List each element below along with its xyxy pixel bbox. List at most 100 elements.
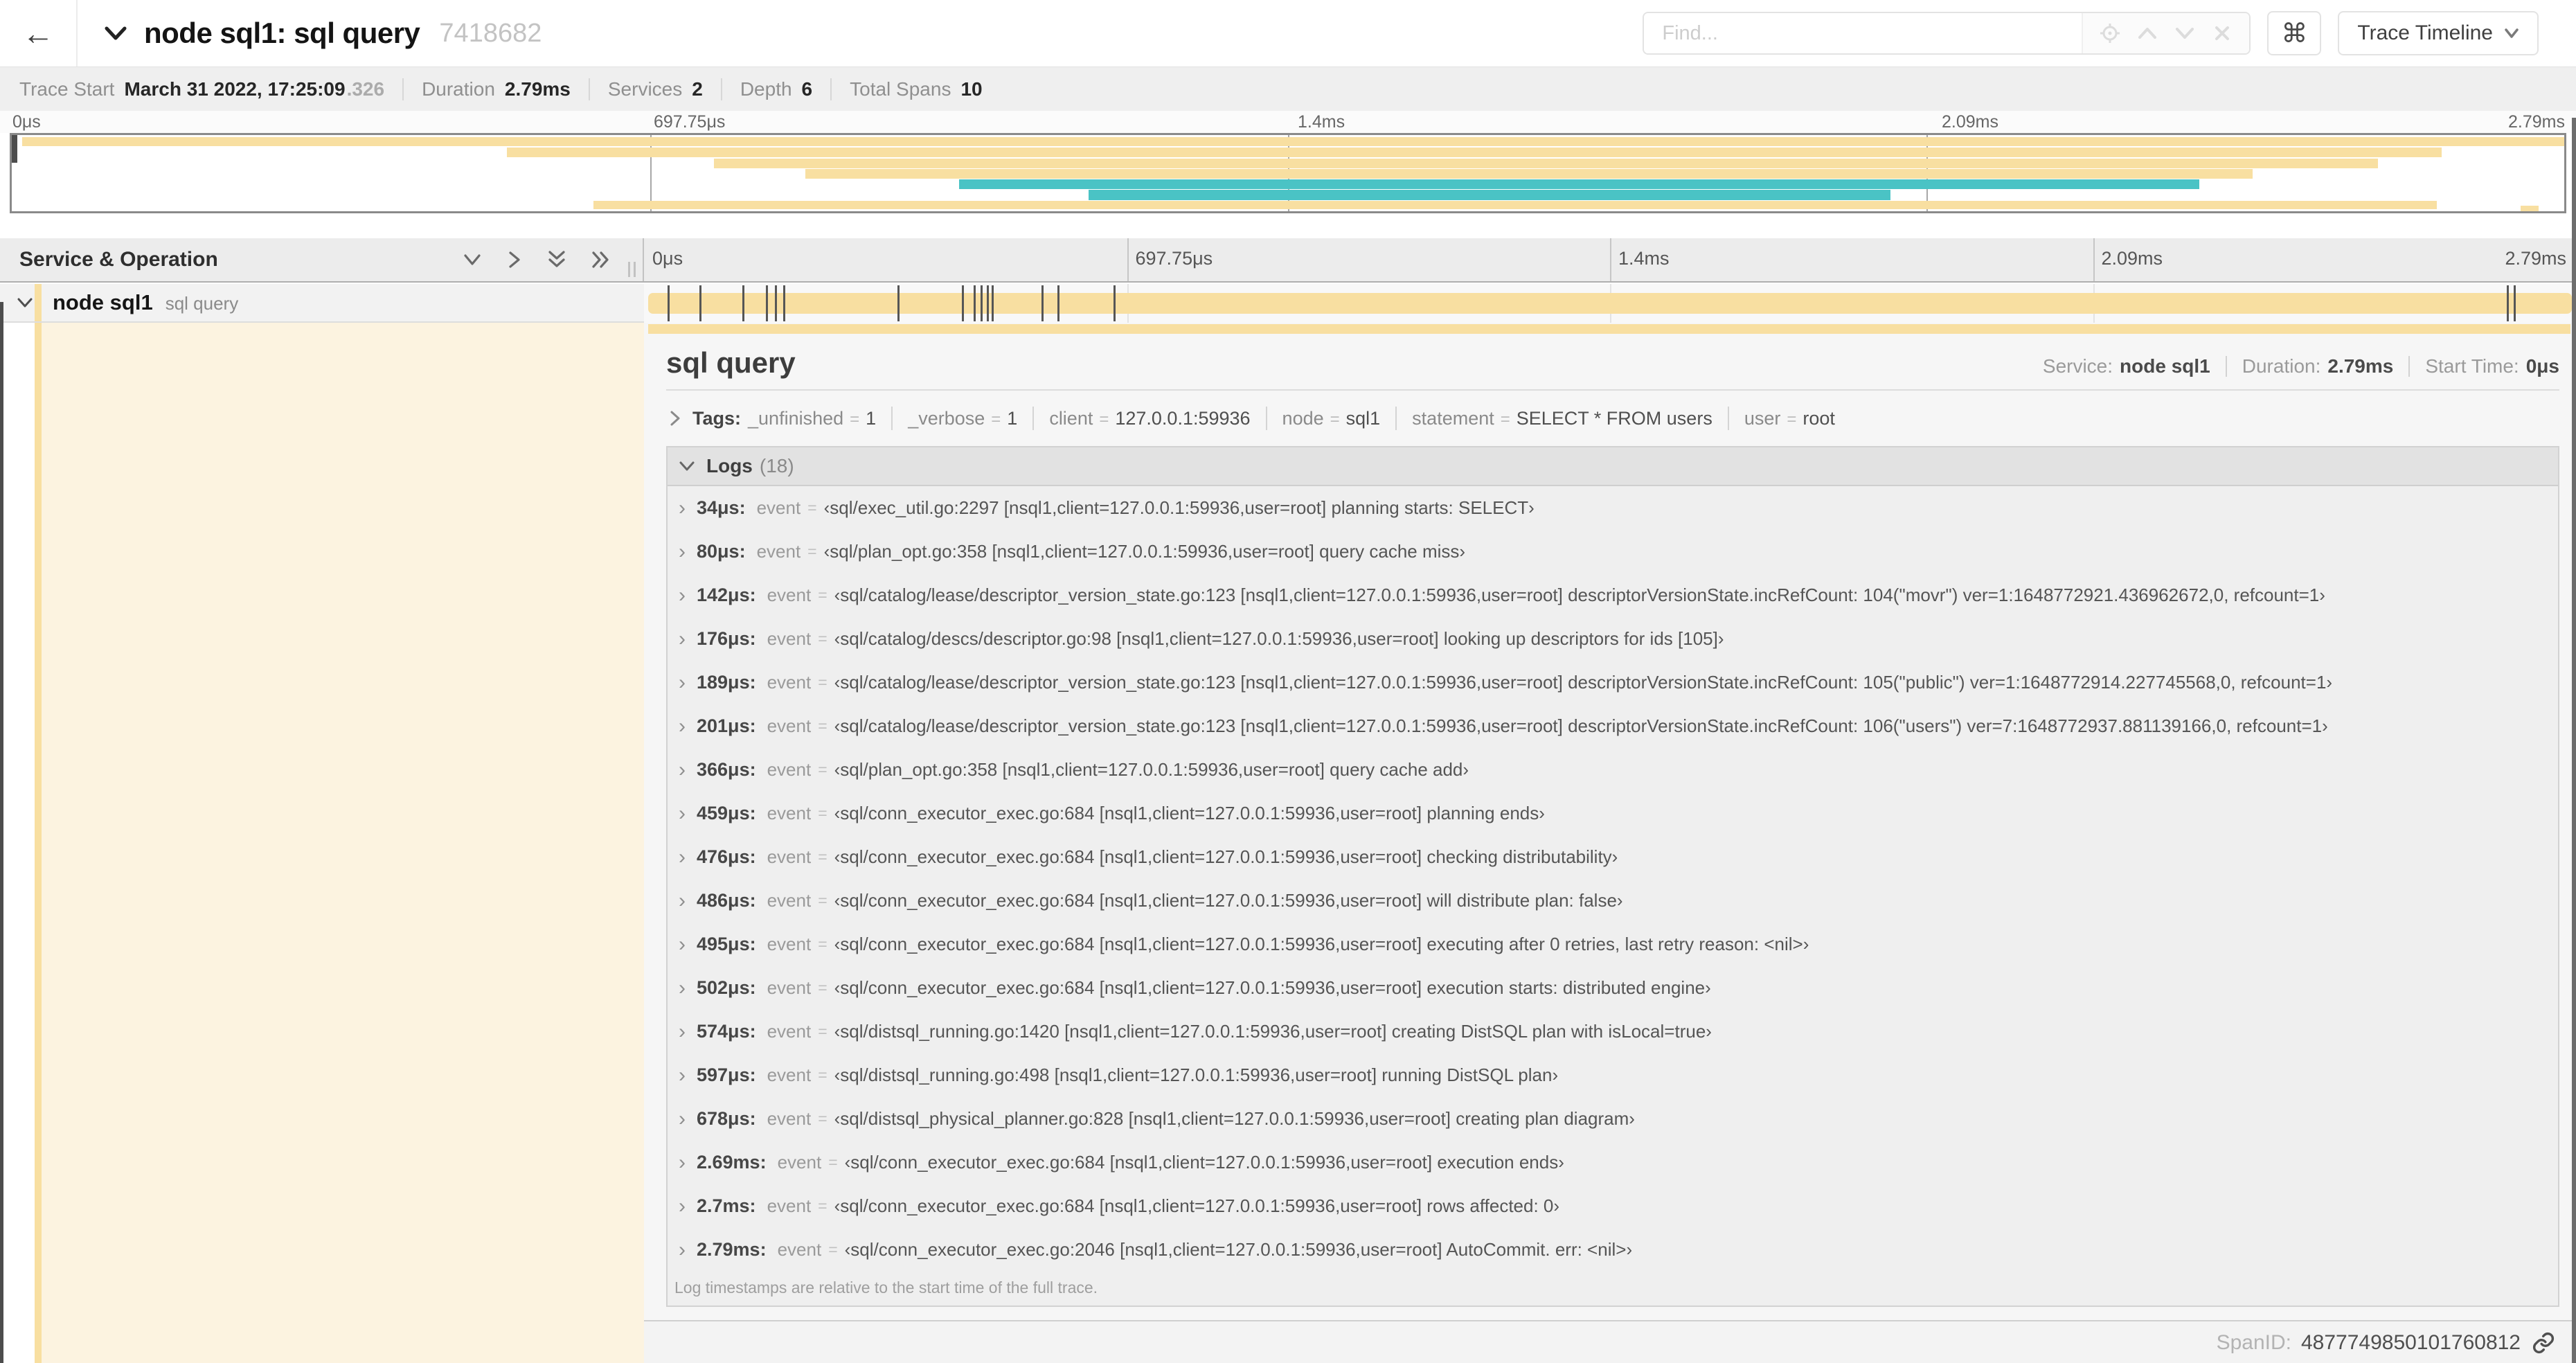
log-expand-chevron-icon[interactable]: › <box>679 1064 686 1086</box>
logs-collapse-chevron-icon[interactable] <box>679 460 695 472</box>
log-equals: = <box>818 673 828 691</box>
expand-all-icon[interactable] <box>591 250 611 269</box>
link-icon[interactable] <box>2532 1331 2555 1355</box>
log-expand-chevron-icon[interactable]: › <box>679 585 686 606</box>
span-row[interactable]: node sql1 sql query <box>0 284 2576 323</box>
log-row[interactable]: › 142μs: event = ‹sql/catalog/lease/descript… <box>668 573 2558 617</box>
log-message: ‹sql/conn_executor_exec.go:684 [nsql1,cl… <box>834 977 1711 998</box>
log-expand-chevron-icon[interactable]: › <box>679 890 686 911</box>
log-field-key: event <box>756 497 801 518</box>
find-input[interactable] <box>1644 13 2082 53</box>
log-expand-chevron-icon[interactable]: › <box>679 541 686 562</box>
log-expand-chevron-icon[interactable]: › <box>679 977 686 999</box>
log-marker-tick <box>775 285 777 321</box>
expand-one-icon[interactable] <box>507 250 522 269</box>
span-row-name-cell[interactable]: node sql1 sql query <box>0 284 644 323</box>
log-expand-chevron-icon[interactable]: › <box>679 628 686 650</box>
collapse-all-icon[interactable] <box>547 250 566 269</box>
minimap-tick-labels: 0μs 697.75μs 1.4ms 2.09ms 2.79ms <box>0 111 2576 133</box>
log-field-key: event <box>767 759 812 780</box>
info-label: Services <box>607 78 683 100</box>
focus-icon[interactable] <box>2091 13 2129 53</box>
log-expand-chevron-icon[interactable]: › <box>679 846 686 868</box>
log-field-key: event <box>767 890 812 911</box>
tag-item[interactable]: statement = SELECT * FROM users <box>1412 408 1712 429</box>
tag-item[interactable]: _verbose = 1 <box>908 408 1017 429</box>
log-row[interactable]: › 2.69ms: event = ‹sql/conn_executor_exec.go… <box>668 1141 2558 1184</box>
tags-expand-chevron-icon[interactable] <box>669 410 681 427</box>
log-row[interactable]: › 2.7ms: event = ‹sql/conn_executor_exec.go:… <box>668 1184 2558 1228</box>
log-row[interactable]: › 201μs: event = ‹sql/catalog/lease/descript… <box>668 704 2558 748</box>
axis-tick-label: 2.09ms <box>2101 248 2163 269</box>
log-row[interactable]: › 502μs: event = ‹sql/conn_executor_exec.go:… <box>668 966 2558 1010</box>
trace-view-select[interactable]: Trace Timeline <box>2338 11 2539 55</box>
span-collapse-chevron-icon[interactable] <box>17 296 33 309</box>
timeline-minimap[interactable] <box>10 133 2566 213</box>
logs-header[interactable]: Logs (18) <box>668 447 2558 486</box>
span-duration-bar[interactable] <box>648 293 2572 314</box>
minimap-drag-handle[interactable] <box>12 135 17 163</box>
info-label: Depth <box>740 78 792 100</box>
divider <box>1265 407 1267 430</box>
log-row[interactable]: › 34μs: event = ‹sql/exec_util.go:2297 [nsql… <box>668 486 2558 530</box>
logs-section: Logs (18) › 34μs: event = ‹sql/exec_util.go:… <box>666 446 2559 1307</box>
find-clear-icon[interactable] <box>2203 13 2241 53</box>
log-field-key: event <box>767 846 812 867</box>
log-row[interactable]: › 189μs: event = ‹sql/catalog/lease/descript… <box>668 661 2558 704</box>
log-row[interactable]: › 80μs: event = ‹sql/plan_opt.go:358 [nsql1,… <box>668 530 2558 573</box>
log-expand-chevron-icon[interactable]: › <box>679 497 686 519</box>
log-row[interactable]: › 597μs: event = ‹sql/distsql_running.go:498… <box>668 1053 2558 1097</box>
log-expand-chevron-icon[interactable]: › <box>679 672 686 693</box>
log-expand-chevron-icon[interactable]: › <box>679 803 686 824</box>
back-button[interactable]: ← <box>0 0 78 66</box>
log-row[interactable]: › 2.79ms: event = ‹sql/conn_executor_exec.go… <box>668 1228 2558 1272</box>
collapse-one-icon[interactable] <box>463 252 482 267</box>
log-field-key: event <box>777 1239 822 1260</box>
log-expand-chevron-icon[interactable]: › <box>679 1195 686 1217</box>
tags-row[interactable]: Tags: _unfinished = 1 _verbose = 1 client = 127.… <box>666 404 2559 432</box>
log-expand-chevron-icon[interactable]: › <box>679 715 686 737</box>
log-expand-chevron-icon[interactable]: › <box>679 1021 686 1042</box>
minimap-span-bar <box>1089 190 1890 200</box>
detail-span-bar <box>648 324 2570 334</box>
log-row[interactable]: › 476μs: event = ‹sql/conn_executor_exec.go:… <box>668 835 2558 879</box>
tag-key: client <box>1049 407 1093 429</box>
log-expand-chevron-icon[interactable]: › <box>679 934 686 955</box>
span-row-timeline-cell[interactable] <box>644 284 2576 323</box>
service-operation-header: Service & Operation <box>0 238 644 281</box>
log-equals: = <box>828 1240 838 1258</box>
right-scrollbar[interactable] <box>2572 118 2576 1363</box>
log-expand-chevron-icon[interactable]: › <box>679 759 686 781</box>
span-detail-panel: sql query Service: node sql1 Duration: 2… <box>644 323 2576 1363</box>
info-value: 6 <box>801 78 813 100</box>
left-scrollbar[interactable] <box>0 302 3 1363</box>
trace-collapse-chevron-icon[interactable] <box>104 25 127 42</box>
log-row[interactable]: › 486μs: event = ‹sql/conn_executor_exec.go:… <box>668 879 2558 923</box>
log-expand-chevron-icon[interactable]: › <box>679 1152 686 1173</box>
column-resize-handle[interactable] <box>628 262 636 277</box>
minimap-tick-label: 0μs <box>12 112 41 132</box>
tag-item[interactable]: client = 127.0.0.1:59936 <box>1049 408 1250 429</box>
log-row[interactable]: › 459μs: event = ‹sql/conn_executor_exec.go:… <box>668 792 2558 835</box>
tag-key: _verbose <box>908 407 985 429</box>
tag-item[interactable]: user = root <box>1744 408 1835 429</box>
log-marker-tick <box>897 285 900 321</box>
log-row[interactable]: › 574μs: event = ‹sql/distsql_running.go:142… <box>668 1010 2558 1053</box>
log-marker-tick <box>974 285 976 321</box>
log-field-key: event <box>777 1152 822 1173</box>
log-row[interactable]: › 678μs: event = ‹sql/distsql_physical_plann… <box>668 1097 2558 1141</box>
tag-key: statement <box>1412 407 1494 429</box>
keyboard-shortcuts-button[interactable]: ⌘ <box>2267 11 2322 55</box>
log-row[interactable]: › 495μs: event = ‹sql/conn_executor_exec.go:… <box>668 923 2558 966</box>
tag-item[interactable]: _unfinished = 1 <box>748 408 876 429</box>
log-expand-chevron-icon[interactable]: › <box>679 1239 686 1260</box>
log-expand-chevron-icon[interactable]: › <box>679 1108 686 1130</box>
log-message: ‹sql/conn_executor_exec.go:684 [nsql1,cl… <box>834 934 1809 954</box>
minimap-span-bar <box>21 137 2564 146</box>
tag-equals: = <box>1500 409 1510 429</box>
log-row[interactable]: › 366μs: event = ‹sql/plan_opt.go:358 [nsql1… <box>668 748 2558 792</box>
find-prev-icon[interactable] <box>2129 13 2166 53</box>
log-row[interactable]: › 176μs: event = ‹sql/catalog/descs/descript… <box>668 617 2558 661</box>
find-next-icon[interactable] <box>2166 13 2203 53</box>
tag-item[interactable]: node = sql1 <box>1282 408 1381 429</box>
